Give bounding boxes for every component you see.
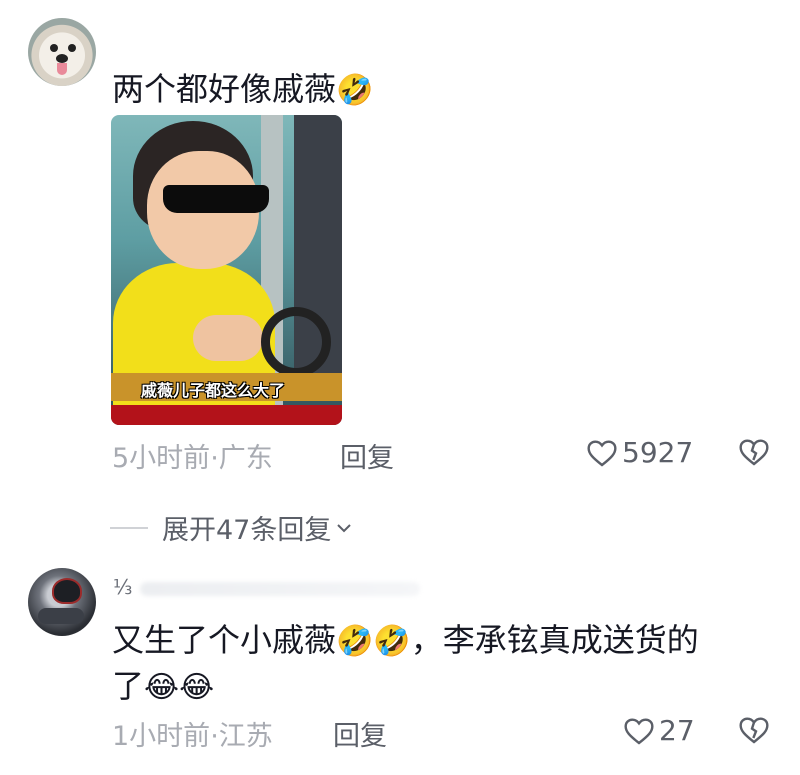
comment-text-body: 了 [112, 667, 145, 705]
expand-replies-button[interactable]: 展开47条回复 [110, 508, 353, 547]
username-blurred [140, 581, 421, 596]
comment-text-body: 又生了个小戚薇 [112, 621, 337, 659]
joy-emoji: 😂 [144, 670, 180, 705]
avatar-motorcycle [38, 608, 84, 624]
avatar-helmet [52, 578, 82, 604]
comment-time: 1小时前 [112, 721, 211, 752]
comment-time: 5小时前 [112, 443, 211, 474]
dislike-button[interactable] [738, 437, 770, 471]
comment-image[interactable]: 戚薇儿子都这么大了 [111, 115, 342, 425]
username[interactable]: ⅓ [113, 575, 421, 599]
avatar-tongue [57, 63, 67, 75]
rofl-emoji: 🤣 [373, 624, 411, 659]
image-steering-wheel [261, 307, 331, 377]
heart-outline-icon [624, 717, 654, 745]
comment-text-line1: 又生了个小戚薇🤣🤣，李承铉真成送货的 [112, 617, 699, 665]
comment-text: 两个都好像戚薇🤣 [112, 66, 373, 114]
comment-list: 两个都好像戚薇🤣 戚薇儿子都这么大了 5小时前·广东 回复 5927 展开47条… [0, 0, 800, 775]
meta-separator: · [210, 721, 219, 752]
comment-location: 广东 [218, 443, 273, 474]
username-text: ⅓ [113, 575, 133, 599]
comment-text-body: ，李承铉真成送货的 [410, 621, 699, 659]
like-count: 5927 [622, 436, 694, 469]
avatar[interactable] [28, 18, 96, 86]
reply-button[interactable]: 回复 [340, 436, 394, 475]
broken-heart-icon [739, 439, 769, 466]
joy-emoji: 😂 [179, 670, 215, 705]
image-sunglasses [163, 185, 269, 213]
avatar-nose [56, 54, 68, 63]
image-bottom-bar [111, 405, 342, 425]
meta-separator: · [210, 443, 219, 474]
rofl-emoji: 🤣 [336, 73, 374, 108]
avatar-eye [50, 44, 58, 52]
like-button[interactable]: 27 [623, 714, 695, 747]
comment-text-body: 两个都好像戚薇 [112, 70, 337, 108]
expand-divider [110, 526, 148, 529]
image-caption: 戚薇儿子都这么大了 [141, 381, 286, 400]
reply-button[interactable]: 回复 [333, 714, 387, 753]
comment-meta: 5小时前·广东 [112, 436, 273, 475]
heart-outline-icon [587, 439, 617, 467]
expand-replies-label: 展开47条回复 [162, 515, 332, 546]
image-arm [193, 315, 263, 361]
broken-heart-icon [739, 717, 769, 744]
avatar-eye [68, 44, 76, 52]
comment-text-line2: 了😂😂 [112, 663, 214, 711]
like-button[interactable]: 5927 [586, 436, 693, 469]
like-count: 27 [659, 714, 695, 747]
rofl-emoji: 🤣 [336, 624, 374, 659]
comment-meta: 1小时前·江苏 [112, 714, 273, 753]
chevron-down-icon [337, 523, 352, 532]
dislike-button[interactable] [738, 715, 770, 749]
comment-location: 江苏 [218, 721, 273, 752]
avatar[interactable] [28, 568, 96, 636]
